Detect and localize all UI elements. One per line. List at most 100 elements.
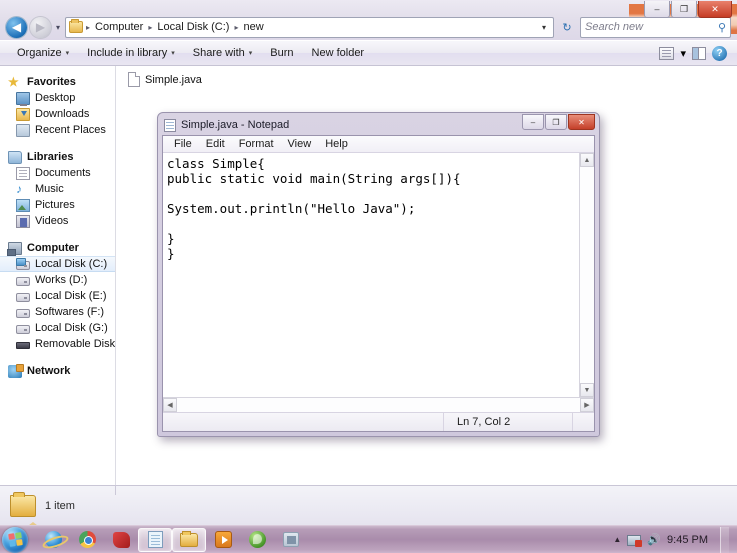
- change-view-icon[interactable]: [659, 46, 675, 60]
- scroll-up-button[interactable]: ▲: [580, 153, 594, 167]
- file-name: Simple.java: [145, 73, 202, 86]
- view-caret-icon[interactable]: ▾: [680, 47, 686, 60]
- scroll-right-button[interactable]: ▶: [580, 398, 594, 412]
- taskbar-item-internet-explorer[interactable]: [36, 528, 70, 552]
- sidebar-item-downloads[interactable]: Downloads: [0, 106, 115, 122]
- pdf-reader-icon: [112, 531, 130, 548]
- close-button[interactable]: ✕: [698, 1, 732, 18]
- vertical-scroll-track[interactable]: [580, 167, 594, 383]
- refresh-button[interactable]: ↻: [557, 17, 577, 38]
- search-box[interactable]: Search new ⚲: [580, 16, 731, 38]
- menu-edit[interactable]: Edit: [199, 137, 232, 151]
- notepad-title-bar[interactable]: Simple.java - Notepad – ❐ ✕: [162, 114, 595, 135]
- show-desktop-button[interactable]: [720, 526, 729, 553]
- back-button[interactable]: ◀: [6, 16, 27, 38]
- share-with-label: Share with: [192, 47, 245, 59]
- folder-icon: [69, 19, 84, 33]
- documents-icon: [16, 166, 30, 180]
- scroll-down-button[interactable]: ▼: [580, 383, 594, 397]
- network-group: Network: [0, 363, 115, 379]
- address-dropdown-caret-icon[interactable]: ▾: [538, 23, 550, 32]
- start-button[interactable]: [2, 526, 28, 553]
- preview-pane-icon[interactable]: [692, 46, 706, 60]
- sidebar-item-desktop[interactable]: Desktop: [0, 90, 115, 106]
- notepad-maximize-button[interactable]: ❐: [545, 114, 567, 130]
- notepad-status-empty-cell: [163, 413, 444, 431]
- sidebar-item-local-disk-g[interactable]: Local Disk (G:): [0, 320, 115, 336]
- taskbar-item-google-chrome[interactable]: [70, 528, 104, 552]
- sidebar-item-recent-places[interactable]: Recent Places: [0, 122, 115, 138]
- system-tray: ▲ 🔊 9:45 PM: [613, 526, 737, 553]
- star-icon: ★: [8, 74, 19, 89]
- taskbar-item-windows-explorer[interactable]: [172, 527, 206, 552]
- show-hidden-icons-icon[interactable]: ▲: [613, 535, 621, 544]
- address-bar[interactable]: ▸ Computer ▸ Local Disk (C:) ▸ new ▾: [65, 16, 554, 38]
- clock[interactable]: 9:45 PM: [667, 534, 708, 546]
- network-status-icon[interactable]: [627, 533, 643, 547]
- organize-button[interactable]: Organize ▾: [8, 44, 78, 62]
- sidebar-item-favorites[interactable]: ★ Favorites: [0, 74, 115, 90]
- breadcrumb-computer[interactable]: Computer: [93, 21, 145, 33]
- forward-button[interactable]: ▶: [30, 16, 51, 38]
- recent-pages-caret-icon[interactable]: ▾: [56, 23, 60, 32]
- sidebar-item-local-disk-e[interactable]: Local Disk (E:): [0, 288, 115, 304]
- list-item[interactable]: Simple.java: [128, 72, 202, 87]
- taskbar-item-media-player[interactable]: [206, 528, 240, 552]
- sidebar-label: Removable Disk (I:): [35, 338, 116, 350]
- notepad-close-button[interactable]: ✕: [568, 114, 595, 130]
- recent-places-icon: [16, 123, 30, 137]
- scroll-left-button[interactable]: ◀: [163, 398, 177, 412]
- minimize-button[interactable]: –: [644, 1, 670, 18]
- menu-help[interactable]: Help: [318, 137, 355, 151]
- status-divider: [115, 485, 116, 495]
- notepad-menu-bar: File Edit Format View Help: [163, 136, 594, 153]
- burn-button[interactable]: Burn: [261, 44, 302, 62]
- chevron-down-icon: ▾: [65, 50, 70, 57]
- sidebar-item-removable-disk-i[interactable]: Removable Disk (I:): [0, 336, 115, 352]
- sidebar-item-computer[interactable]: Computer: [0, 240, 115, 256]
- utility-app-icon: [283, 532, 299, 547]
- include-in-library-button[interactable]: Include in library ▾: [78, 44, 184, 62]
- sidebar-item-pictures[interactable]: Pictures: [0, 197, 115, 213]
- sidebar-label: Music: [35, 183, 64, 195]
- vertical-scrollbar[interactable]: ▲ ▼: [579, 153, 594, 397]
- sidebar-item-works-d[interactable]: Works (D:): [0, 272, 115, 288]
- breadcrumb-local-disk-c[interactable]: Local Disk (C:): [155, 21, 231, 33]
- sidebar-item-local-disk-c[interactable]: Local Disk (C:): [0, 256, 115, 272]
- downloads-icon: [16, 107, 30, 121]
- organize-label: Organize: [17, 47, 62, 59]
- volume-icon[interactable]: 🔊: [647, 533, 661, 546]
- sidebar-item-softwares-f[interactable]: Softwares (F:): [0, 304, 115, 320]
- search-icon[interactable]: ⚲: [718, 21, 726, 34]
- new-folder-button[interactable]: New folder: [303, 44, 374, 62]
- taskbar-item-utility-app[interactable]: [274, 528, 308, 552]
- taskbar-item-antivirus[interactable]: [240, 528, 274, 552]
- horizontal-scroll-track[interactable]: [177, 398, 580, 412]
- sidebar-item-videos[interactable]: Videos: [0, 213, 115, 229]
- horizontal-scrollbar[interactable]: ◀ ▶: [163, 397, 594, 412]
- sidebar-item-documents[interactable]: Documents: [0, 165, 115, 181]
- notepad-title: Simple.java - Notepad: [181, 119, 290, 131]
- help-icon[interactable]: ?: [712, 45, 727, 61]
- menu-view[interactable]: View: [281, 137, 319, 151]
- libraries-icon: [8, 150, 22, 164]
- sidebar-item-libraries[interactable]: Libraries: [0, 149, 115, 165]
- sidebar-label: Local Disk (G:): [35, 322, 108, 334]
- libraries-group: Libraries Documents ♪ Music Pictures Vid…: [0, 149, 115, 229]
- share-with-button[interactable]: Share with ▾: [184, 44, 262, 62]
- sidebar-item-music[interactable]: ♪ Music: [0, 181, 115, 197]
- taskbar-item-pdf-reader[interactable]: [104, 528, 138, 552]
- taskbar: ▲ 🔊 9:45 PM: [0, 525, 737, 553]
- videos-icon: [16, 214, 30, 228]
- menu-format[interactable]: Format: [232, 137, 281, 151]
- breadcrumb-new[interactable]: new: [241, 21, 265, 33]
- notepad-window[interactable]: Simple.java - Notepad – ❐ ✕ File Edit Fo…: [157, 112, 600, 437]
- notepad-minimize-button[interactable]: –: [522, 114, 544, 130]
- explorer-title-bar: – ❐ ✕ ◀ ▶ ▾ ▸ Computer ▸ Local Disk (C:)…: [0, 0, 737, 40]
- sidebar-item-network[interactable]: Network: [0, 363, 115, 379]
- menu-file[interactable]: File: [167, 137, 199, 151]
- notepad-text-area[interactable]: class Simple{ public static void main(St…: [163, 153, 579, 397]
- maximize-button[interactable]: ❐: [671, 1, 697, 18]
- chevron-down-icon: ▾: [248, 50, 253, 57]
- taskbar-item-notepad[interactable]: [138, 527, 172, 552]
